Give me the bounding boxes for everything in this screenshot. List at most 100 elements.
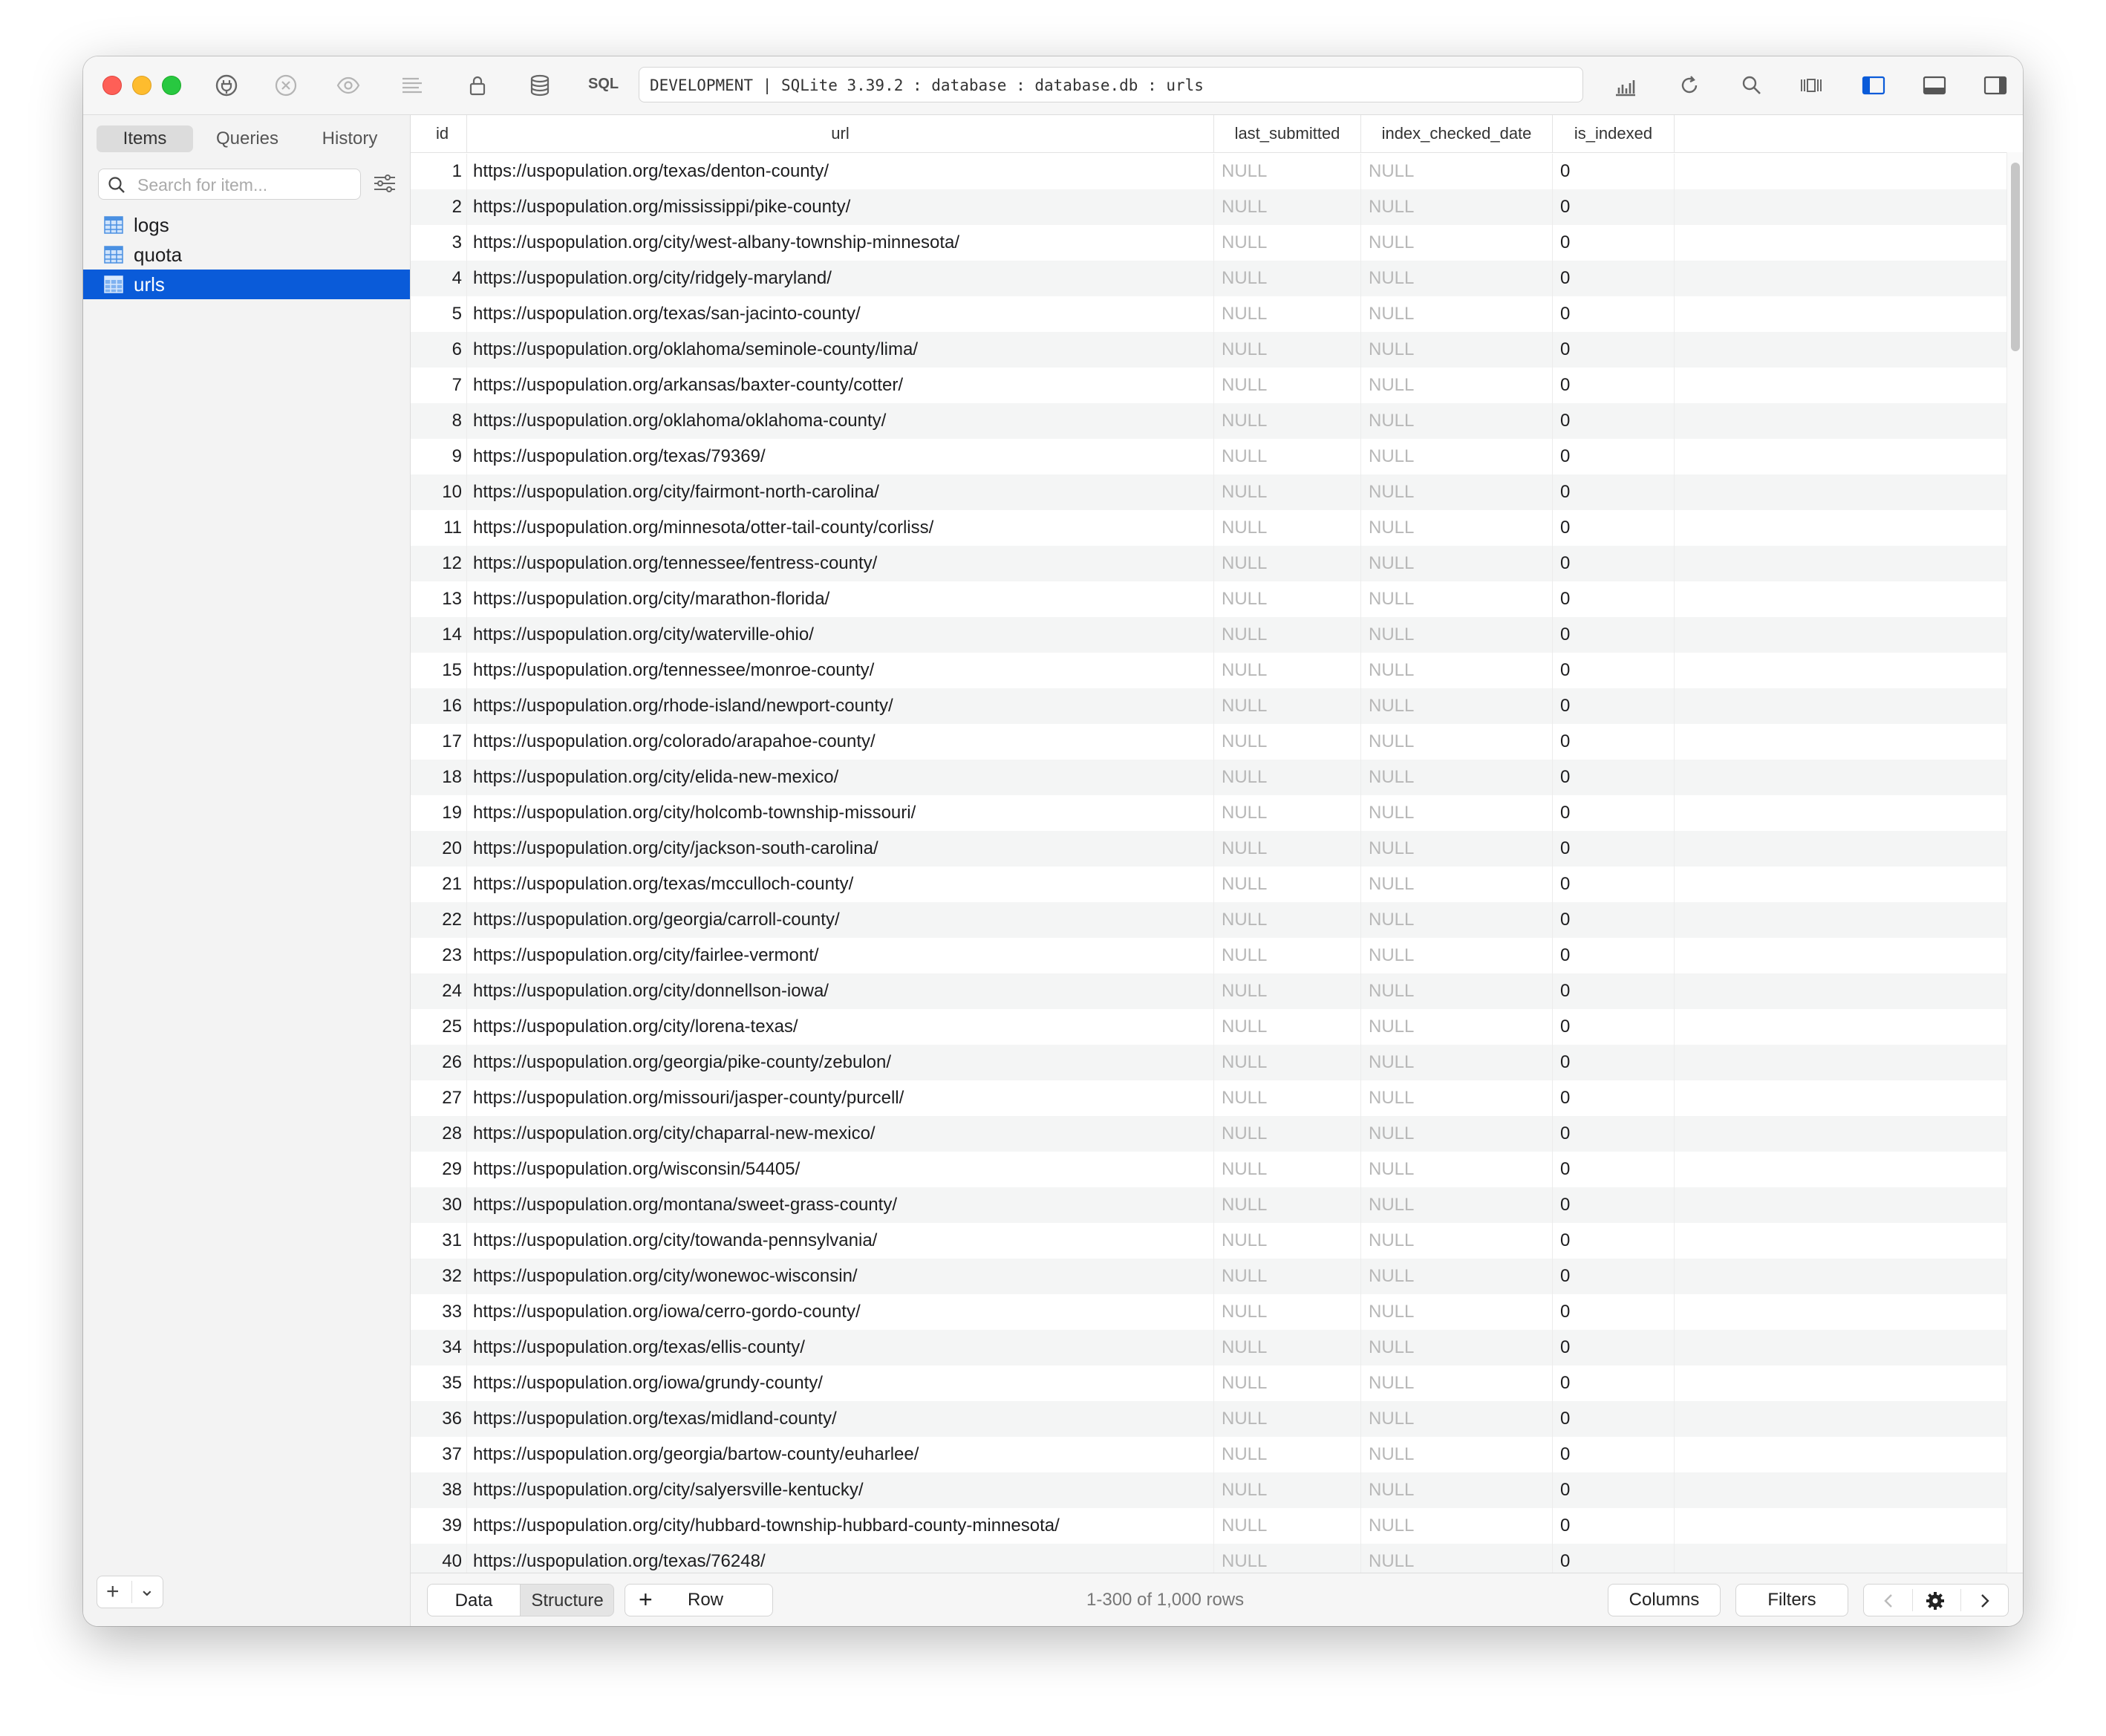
cell-last-submitted[interactable]: NULL (1214, 154, 1361, 189)
cell-id[interactable]: 4 (411, 261, 467, 296)
vertical-scrollbar[interactable] (2006, 152, 2023, 1573)
cell-last-submitted[interactable]: NULL (1214, 653, 1361, 688)
cell-id[interactable]: 27 (411, 1080, 467, 1116)
cell-url[interactable]: https://uspopulation.org/city/holcomb-to… (467, 795, 1214, 831)
cell-index-checked-date[interactable]: NULL (1361, 1330, 1553, 1365)
cell-id[interactable]: 3 (411, 225, 467, 261)
table-row[interactable]: 10 https://uspopulation.org/city/fairmont… (411, 474, 2007, 510)
close-window-button[interactable] (102, 76, 122, 95)
cell-id[interactable]: 40 (411, 1544, 467, 1573)
cell-id[interactable]: 19 (411, 795, 467, 831)
cell-last-submitted[interactable]: NULL (1214, 724, 1361, 760)
column-header-last-submitted[interactable]: last_submitted (1214, 115, 1361, 152)
table-row[interactable]: 6 https://uspopulation.org/oklahoma/semin… (411, 332, 2007, 368)
cell-url[interactable]: https://uspopulation.org/oklahoma/oklaho… (467, 403, 1214, 439)
cell-url[interactable]: https://uspopulation.org/texas/midland-c… (467, 1401, 1214, 1437)
cell-is-indexed[interactable]: 0 (1553, 1508, 1675, 1544)
cell-index-checked-date[interactable]: NULL (1361, 1187, 1553, 1223)
cell-last-submitted[interactable]: NULL (1214, 1187, 1361, 1223)
minimize-window-button[interactable] (132, 76, 151, 95)
cell-is-indexed[interactable]: 0 (1553, 1116, 1675, 1152)
table-row[interactable]: 30 https://uspopulation.org/montana/sweet… (411, 1187, 2007, 1223)
cell-index-checked-date[interactable]: NULL (1361, 1294, 1553, 1330)
cell-url[interactable]: https://uspopulation.org/texas/ellis-cou… (467, 1330, 1214, 1365)
cell-id[interactable]: 36 (411, 1401, 467, 1437)
columns-button[interactable]: Columns (1608, 1584, 1721, 1616)
cell-index-checked-date[interactable]: NULL (1361, 1259, 1553, 1294)
cell-index-checked-date[interactable]: NULL (1361, 1009, 1553, 1045)
cell-last-submitted[interactable]: NULL (1214, 1508, 1361, 1544)
cell-url[interactable]: https://uspopulation.org/texas/76248/ (467, 1544, 1214, 1573)
cell-id[interactable]: 8 (411, 403, 467, 439)
search-icon[interactable] (1738, 71, 1766, 99)
sidebar-item-quota[interactable]: quota (83, 240, 410, 270)
cell-id[interactable]: 14 (411, 617, 467, 653)
lock-icon[interactable] (463, 71, 492, 99)
cell-url[interactable]: https://uspopulation.org/city/lorena-tex… (467, 1009, 1214, 1045)
cell-url[interactable]: https://uspopulation.org/tennessee/fentr… (467, 546, 1214, 581)
cell-index-checked-date[interactable]: NULL (1361, 546, 1553, 581)
tab-history[interactable]: History (301, 125, 398, 152)
cell-last-submitted[interactable]: NULL (1214, 688, 1361, 724)
cell-is-indexed[interactable]: 0 (1553, 1259, 1675, 1294)
cell-url[interactable]: https://uspopulation.org/city/jackson-so… (467, 831, 1214, 867)
cell-url[interactable]: https://uspopulation.org/city/wonewoc-wi… (467, 1259, 1214, 1294)
cell-url[interactable]: https://uspopulation.org/mississippi/pik… (467, 189, 1214, 225)
cell-is-indexed[interactable]: 0 (1553, 1472, 1675, 1508)
cell-index-checked-date[interactable]: NULL (1361, 403, 1553, 439)
eye-icon[interactable] (334, 71, 362, 99)
cell-is-indexed[interactable]: 0 (1553, 1223, 1675, 1259)
table-row[interactable]: 37 https://uspopulation.org/georgia/barto… (411, 1437, 2007, 1472)
cell-is-indexed[interactable]: 0 (1553, 439, 1675, 474)
cell-is-indexed[interactable]: 0 (1553, 1294, 1675, 1330)
cell-last-submitted[interactable]: NULL (1214, 1365, 1361, 1401)
cell-last-submitted[interactable]: NULL (1214, 546, 1361, 581)
cell-last-submitted[interactable]: NULL (1214, 1152, 1361, 1187)
cell-last-submitted[interactable]: NULL (1214, 1330, 1361, 1365)
cell-is-indexed[interactable]: 0 (1553, 510, 1675, 546)
tab-data[interactable]: Data (428, 1585, 521, 1616)
table-row[interactable]: 24 https://uspopulation.org/city/donnells… (411, 973, 2007, 1009)
cell-index-checked-date[interactable]: NULL (1361, 902, 1553, 938)
column-header-index-checked-date[interactable]: index_checked_date (1361, 115, 1553, 152)
add-button[interactable]: + (106, 1578, 120, 1606)
cell-url[interactable]: https://uspopulation.org/city/ridgely-ma… (467, 261, 1214, 296)
cell-id[interactable]: 25 (411, 1009, 467, 1045)
cell-url[interactable]: https://uspopulation.org/city/towanda-pe… (467, 1223, 1214, 1259)
cell-last-submitted[interactable]: NULL (1214, 760, 1361, 795)
table-row[interactable]: 8 https://uspopulation.org/oklahoma/oklah… (411, 403, 2007, 439)
cell-url[interactable]: https://uspopulation.org/city/marathon-f… (467, 581, 1214, 617)
chevron-down-icon[interactable]: ⌄ (139, 1575, 155, 1603)
cell-is-indexed[interactable]: 0 (1553, 973, 1675, 1009)
cell-id[interactable]: 22 (411, 902, 467, 938)
gear-icon[interactable] (1925, 1590, 1946, 1611)
table-row[interactable]: 23 https://uspopulation.org/city/fairlee-… (411, 938, 2007, 973)
cell-index-checked-date[interactable]: NULL (1361, 332, 1553, 368)
cell-url[interactable]: https://uspopulation.org/city/chaparral-… (467, 1116, 1214, 1152)
filters-button[interactable]: Filters (1735, 1584, 1848, 1616)
cell-last-submitted[interactable]: NULL (1214, 368, 1361, 403)
plug-icon[interactable] (212, 71, 241, 99)
cell-last-submitted[interactable]: NULL (1214, 332, 1361, 368)
close-circle-icon[interactable] (272, 71, 300, 99)
connection-address-bar[interactable]: DEVELOPMENT | SQLite 3.39.2 : database :… (639, 67, 1583, 102)
cell-is-indexed[interactable]: 0 (1553, 332, 1675, 368)
table-row[interactable]: 14 https://uspopulation.org/city/watervil… (411, 617, 2007, 653)
cell-last-submitted[interactable]: NULL (1214, 296, 1361, 332)
table-row[interactable]: 39 https://uspopulation.org/city/hubbard-… (411, 1508, 2007, 1544)
table-row[interactable]: 21 https://uspopulation.org/texas/mccullo… (411, 867, 2007, 902)
cell-last-submitted[interactable]: NULL (1214, 795, 1361, 831)
table-row[interactable]: 13 https://uspopulation.org/city/marathon… (411, 581, 2007, 617)
table-row[interactable]: 15 https://uspopulation.org/tennessee/mon… (411, 653, 2007, 688)
cell-last-submitted[interactable]: NULL (1214, 1009, 1361, 1045)
cell-last-submitted[interactable]: NULL (1214, 403, 1361, 439)
cell-last-submitted[interactable]: NULL (1214, 973, 1361, 1009)
table-row[interactable]: 2 https://uspopulation.org/mississippi/pi… (411, 189, 2007, 225)
table-row[interactable]: 17 https://uspopulation.org/colorado/arap… (411, 724, 2007, 760)
chevron-right-icon[interactable] (1975, 1592, 1993, 1610)
cell-url[interactable]: https://uspopulation.org/tennessee/monro… (467, 653, 1214, 688)
table-row[interactable]: 27 https://uspopulation.org/missouri/jasp… (411, 1080, 2007, 1116)
cell-index-checked-date[interactable]: NULL (1361, 474, 1553, 510)
cell-index-checked-date[interactable]: NULL (1361, 1152, 1553, 1187)
cell-last-submitted[interactable]: NULL (1214, 1544, 1361, 1573)
